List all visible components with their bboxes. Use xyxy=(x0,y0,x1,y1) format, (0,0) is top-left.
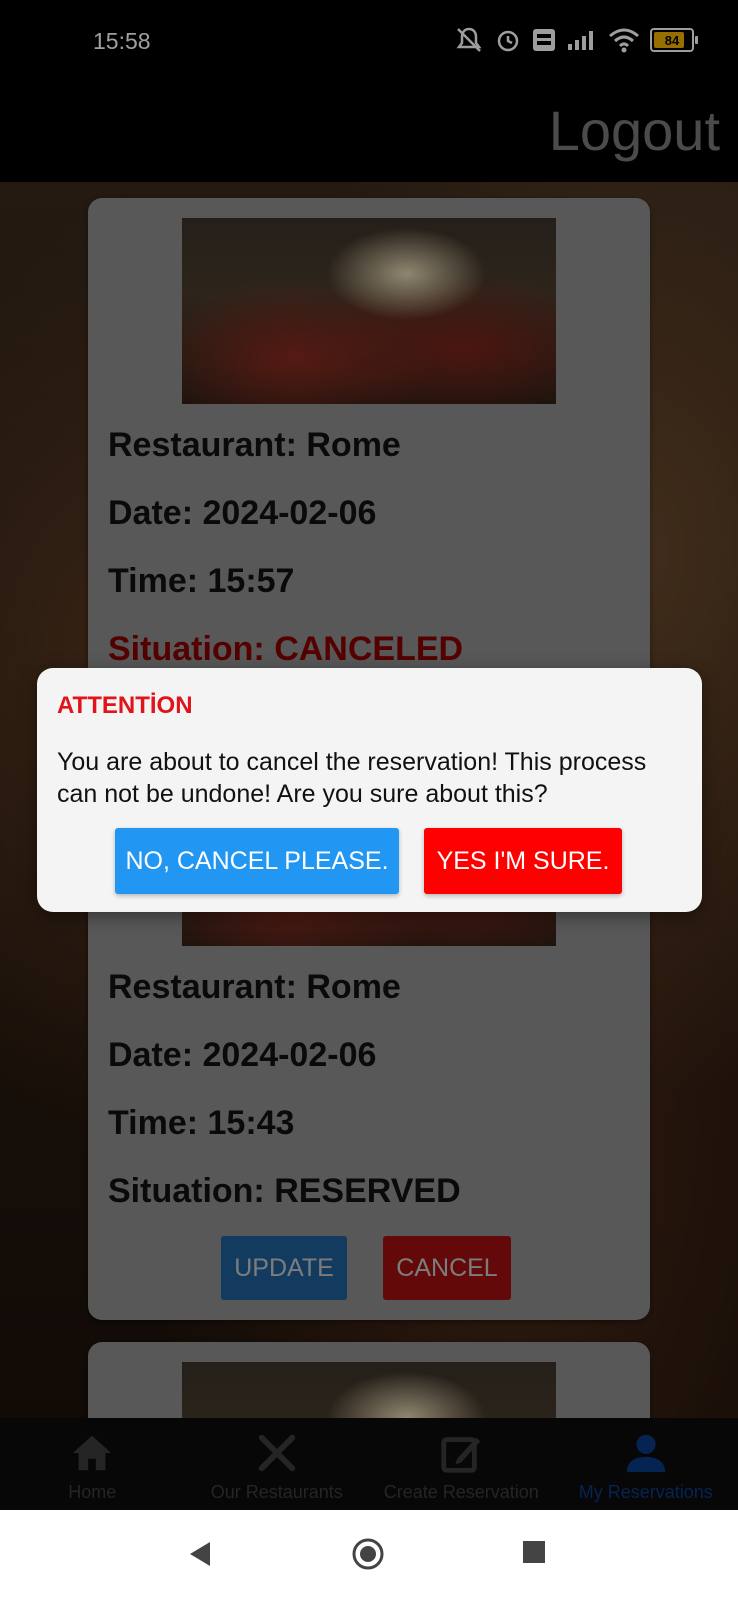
back-icon[interactable] xyxy=(188,1540,212,1568)
system-nav-bar xyxy=(0,1510,738,1600)
dialog-message: You are about to cancel the reservation!… xyxy=(57,748,647,808)
recents-icon[interactable] xyxy=(522,1540,546,1564)
no-cancel-button[interactable]: NO, CANCEL PLEASE. xyxy=(115,828,399,894)
confirm-dialog: ATTENTİON You are about to cancel the re… xyxy=(37,668,702,912)
yes-sure-button[interactable]: YES I'M SURE. xyxy=(424,828,622,894)
dialog-title: ATTENTİON xyxy=(57,692,193,719)
home-circle-icon[interactable] xyxy=(351,1537,385,1571)
